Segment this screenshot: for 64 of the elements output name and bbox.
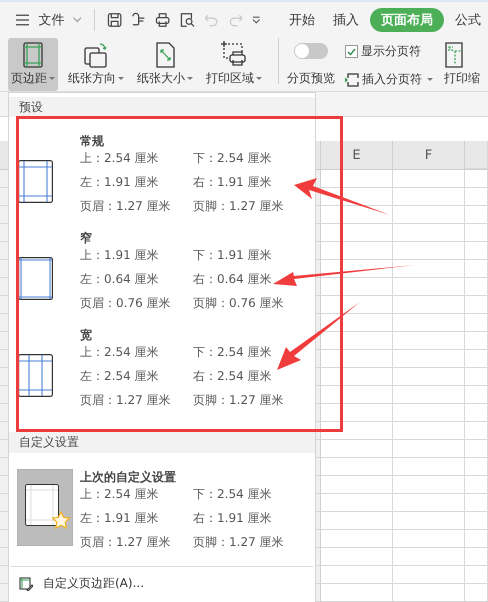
margin-value: 下：2.54 厘米	[193, 344, 273, 361]
margin-value: 页脚：1.27 厘米	[193, 392, 285, 409]
margin-value: 左：1.91 厘米	[80, 174, 160, 191]
margin-value: 页眉：1.27 厘米	[80, 198, 172, 215]
margin-value: 页脚：1.27 厘米	[193, 198, 285, 215]
section-header: 自定义设置	[9, 432, 315, 453]
chevron-icon[interactable]	[252, 16, 261, 24]
margin-value: 上：2.54 厘米	[80, 150, 160, 167]
column-header[interactable]: F	[393, 141, 465, 169]
margin-value: 下：1.91 厘米	[193, 247, 273, 264]
preset-name: 宽	[80, 327, 93, 344]
custom-margins-item[interactable]: 自定义页边距(A)...	[9, 567, 315, 592]
margin-value: 左：1.91 厘米	[80, 510, 160, 527]
preview-icon[interactable]	[180, 12, 195, 28]
margin-value: 下：2.54 厘米	[193, 150, 273, 167]
margin-value: 右：1.91 厘米	[193, 510, 273, 527]
orientation-button[interactable]: 纸张方向	[65, 38, 127, 91]
page-scale-icon	[444, 41, 464, 69]
insert-page-break-button[interactable]: 插入分页符	[345, 71, 433, 88]
margin-page-icon	[18, 160, 53, 202]
page-break-icon	[345, 72, 359, 86]
rotate-pages-icon	[83, 41, 109, 69]
save-icon[interactable]	[106, 12, 122, 28]
margin-value: 上：2.54 厘米	[80, 486, 160, 503]
margin-value: 左：2.54 厘米	[80, 368, 160, 385]
margin-page-icon	[18, 256, 53, 300]
size-button[interactable]: 纸张大小	[134, 38, 196, 91]
margin-value: 页眉：0.76 厘米	[80, 295, 172, 312]
margin-value: 上：1.91 厘米	[80, 247, 160, 264]
toggle-switch[interactable]	[294, 43, 328, 59]
section-header: 预设	[9, 97, 315, 117]
ribbon-tab[interactable]: 插入	[326, 8, 366, 32]
menu-icon[interactable]	[16, 14, 30, 26]
print-area-button[interactable]: 打印区域	[203, 38, 265, 91]
preset-name: 上次的自定义设置	[80, 469, 177, 486]
file-menu[interactable]: 文件	[38, 11, 64, 29]
column-header[interactable]: E	[321, 141, 393, 169]
margin-value: 右：1.91 厘米	[193, 174, 273, 191]
margin-preset-item[interactable]: 宽 上：2.54 厘米 下：2.54 厘米 左：2.54 厘米 右：2.54 厘米 页眉：1.27 厘米 页脚：1.27 厘米	[9, 315, 315, 412]
margin-value: 右：0.64 厘米	[193, 271, 273, 288]
margin-value: 页脚：1.27 厘米	[193, 534, 285, 551]
preset-name: 窄	[80, 230, 93, 247]
margin-value: 下：2.54 厘米	[193, 486, 273, 503]
margin-preset-item[interactable]: 常规 上：2.54 厘米 下：2.54 厘米 左：1.91 厘米 右：1.91 厘米 页眉：1.27 厘米 页脚：1.27 厘米	[9, 123, 315, 218]
margin-value: 左：0.64 厘米	[80, 271, 160, 288]
print-scale-button[interactable]: 打印缩	[441, 38, 480, 91]
preset-name: 常规	[80, 133, 105, 150]
margin-value: 页眉：1.27 厘米	[80, 392, 172, 409]
print-icon[interactable]	[155, 12, 171, 28]
show-page-breaks-checkbox[interactable]: 显示分页符	[345, 43, 433, 60]
margin-preset-item[interactable]: 窄 上：1.91 厘米 下：1.91 厘米 左：0.64 厘米 右：0.64 厘米 页眉：0.76 厘米 页脚：0.76 厘米	[9, 218, 315, 315]
margin-value: 右：2.54 厘米	[193, 368, 273, 385]
edit-margins-icon	[19, 576, 33, 590]
checkmark-icon	[347, 48, 356, 56]
margin-preset-item[interactable]: 上次的自定义设置 上：2.54 厘米 下：2.54 厘米 左：1.91 厘米 右：1.91 厘米 页眉：1.27 厘米 页脚：1.27 厘米	[9, 459, 315, 554]
ribbon-tab[interactable]: 开始	[282, 8, 322, 32]
margin-value: 页脚：0.76 厘米	[193, 295, 285, 312]
margin-value: 上：2.54 厘米	[80, 344, 160, 361]
margin-page-icon	[18, 354, 53, 396]
margin-value: 页眉：1.27 厘米	[80, 534, 172, 551]
painter-icon[interactable]	[131, 12, 146, 28]
ribbon-tab[interactable]: 公式	[448, 8, 488, 32]
toggle-label: 分页预览	[287, 70, 335, 87]
margins-button[interactable]: 页边距	[8, 38, 58, 91]
